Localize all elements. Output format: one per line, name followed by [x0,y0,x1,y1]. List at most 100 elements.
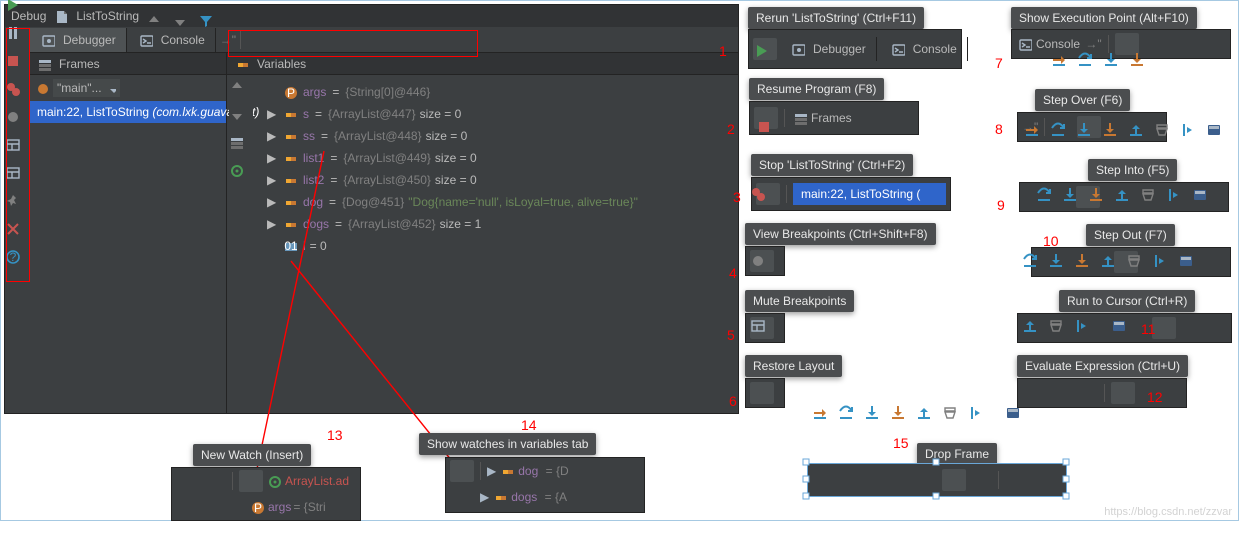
step-into-btn-mini15[interactable] [864,469,888,491]
tooltip-showwatches: Show watches in variables tab [419,433,596,455]
stack-frame-row-frag[interactable]: main:22, ListToString ( [793,183,946,205]
tab-debugger[interactable]: Debugger [29,28,127,52]
drop-frame-button-frag[interactable] [942,469,966,491]
frames-icon [35,55,53,73]
var-extra: = 0 [310,239,327,253]
run-to-cursor-btn-mini6[interactable] [1074,382,1098,404]
stack-frame-row[interactable]: main:22, ListToString (com.lxk.guavaTest… [29,101,226,123]
var-extra: size = 0 [435,151,477,165]
evaluate-expression-button-frag[interactable] [1111,382,1135,404]
annot-7: 7 [995,55,1003,71]
frag-stop: main:22, ListToString ( [751,177,951,211]
var-ref: {String[0]@446} [345,85,430,99]
tab-debugger-frag[interactable]: Debugger [779,37,877,61]
frame-up-button[interactable] [146,77,170,99]
variables-tree[interactable]: args = {String[0]@446}▶s = {ArrayList@44… [253,81,734,407]
variable-row[interactable]: i = 0 [253,235,734,257]
var-ref: {ArrayList@448} [334,129,422,143]
show-exec-point-button[interactable] [245,29,269,51]
annot-2: 2 [727,121,735,137]
twisty-icon[interactable]: ▶ [267,129,277,143]
frames-pane: Frames "main"... main:22 [29,53,227,413]
variable-row[interactable]: ▶ss = {ArrayList@448} size = 0 [253,125,734,147]
debugger-icon [39,31,57,49]
run-config-name: ListToString [76,9,139,23]
var-ref: {ArrayList@447} [328,107,416,121]
file-icon [52,7,70,25]
frag-dropframe [807,463,1067,497]
run-to-cursor-button[interactable] [389,29,413,51]
debug-tabrow: Debugger Console →" [29,27,738,53]
annot-3: 3 [733,189,741,205]
tab-console-frag[interactable]: Console [879,37,968,61]
drop-frame-btn-mini6[interactable] [1048,382,1072,404]
restore-layout-button-frag[interactable] [750,382,774,404]
eval-btn-mini5[interactable] [1178,317,1202,339]
frame-filter-button[interactable] [198,77,222,99]
frag-showwatches: ▶ dog = {D ▶ dogs = {A [445,457,645,513]
new-watch-button-frag[interactable] [239,470,263,492]
thread-selector[interactable]: "main"... [53,79,120,97]
frames-title: Frames [59,57,100,71]
run-to-cursor-btn-mini15[interactable] [968,469,992,491]
mini14-r1: dog [518,464,538,478]
step-out-btn-mini6[interactable] [1022,382,1046,404]
var-ref: {ArrayList@450} [343,173,431,187]
variable-row[interactable]: ▶s = {ArrayList@447} size = 0 [253,103,734,125]
variable-row[interactable]: ▶list1 = {ArrayList@449} size = 0 [253,147,734,169]
force-step-into-btn-mini[interactable] [1193,33,1217,55]
frame-down-mini[interactable] [176,470,200,492]
show-watches-button-frag[interactable] [450,460,474,482]
var-name: dogs [303,217,329,231]
left-gutter [5,27,29,413]
step-out-button[interactable] [341,29,365,51]
step-into-button[interactable] [293,29,317,51]
variables-toolbar [229,81,253,407]
frag-restore [745,378,785,408]
field-icon [281,149,299,167]
twisty-icon[interactable]: ▶ [267,151,277,165]
thread-icon [33,79,51,97]
var-ref: {ArrayList@452} [348,217,436,231]
field-icon [281,171,299,189]
step-over-btn-mini15[interactable] [838,469,862,491]
step-into-btn-mini[interactable] [1167,33,1191,55]
filter-mini[interactable] [202,470,226,492]
annot-9: 9 [997,197,1005,213]
variable-row[interactable]: ▶list2 = {ArrayList@450} size = 0 [253,169,734,191]
variable-row[interactable]: ▶dog = {Dog@451} "Dog{name='null', isLoy… [253,191,734,213]
thread-label: "main"... [57,81,102,95]
annot-4: 4 [729,265,737,281]
twisty-icon[interactable]: ▶ [267,173,277,187]
debugger-window: Debug ListToString Debugger [4,4,739,414]
force-step-into-btn-mini15[interactable] [890,469,914,491]
param-icon [281,83,299,101]
mini14-r2: dogs [511,490,537,504]
variable-row[interactable]: ▶dogs = {ArrayList@452} size = 1 [253,213,734,235]
step-over-button[interactable] [269,29,293,51]
eval-btn-mini15[interactable] [1005,469,1029,491]
drop-frame-button[interactable] [365,29,389,51]
twisty-icon[interactable]: ▶ [267,195,277,209]
show-watches-button[interactable] [229,227,253,249]
var-extra: size = 0 [426,129,468,143]
force-step-into-button[interactable] [317,29,341,51]
mini13-row1: ArrayList.ad [285,474,349,488]
mini14-r1b: = {D [546,464,569,478]
var-extra: size = 0 [420,107,462,121]
step-out-btn-mini15[interactable] [916,469,940,491]
twisty-icon[interactable]: ▶ [267,107,277,121]
annot-6: 6 [729,393,737,409]
mini13-row2: args [268,500,291,514]
frames-icon [791,109,809,127]
frag-rerun: Debugger Console [748,29,962,69]
twisty-icon[interactable]: ▶ [267,217,277,231]
annot-8: 8 [995,121,1003,137]
show-exec-btn-mini15[interactable] [812,469,836,491]
help-button[interactable] [5,313,29,335]
frame-down-button[interactable] [172,77,196,99]
int-icon [281,237,299,255]
evaluate-expression-button[interactable] [413,29,437,51]
var-ref: {ArrayList@449} [343,151,431,165]
variable-row[interactable]: args = {String[0]@446} [253,81,734,103]
